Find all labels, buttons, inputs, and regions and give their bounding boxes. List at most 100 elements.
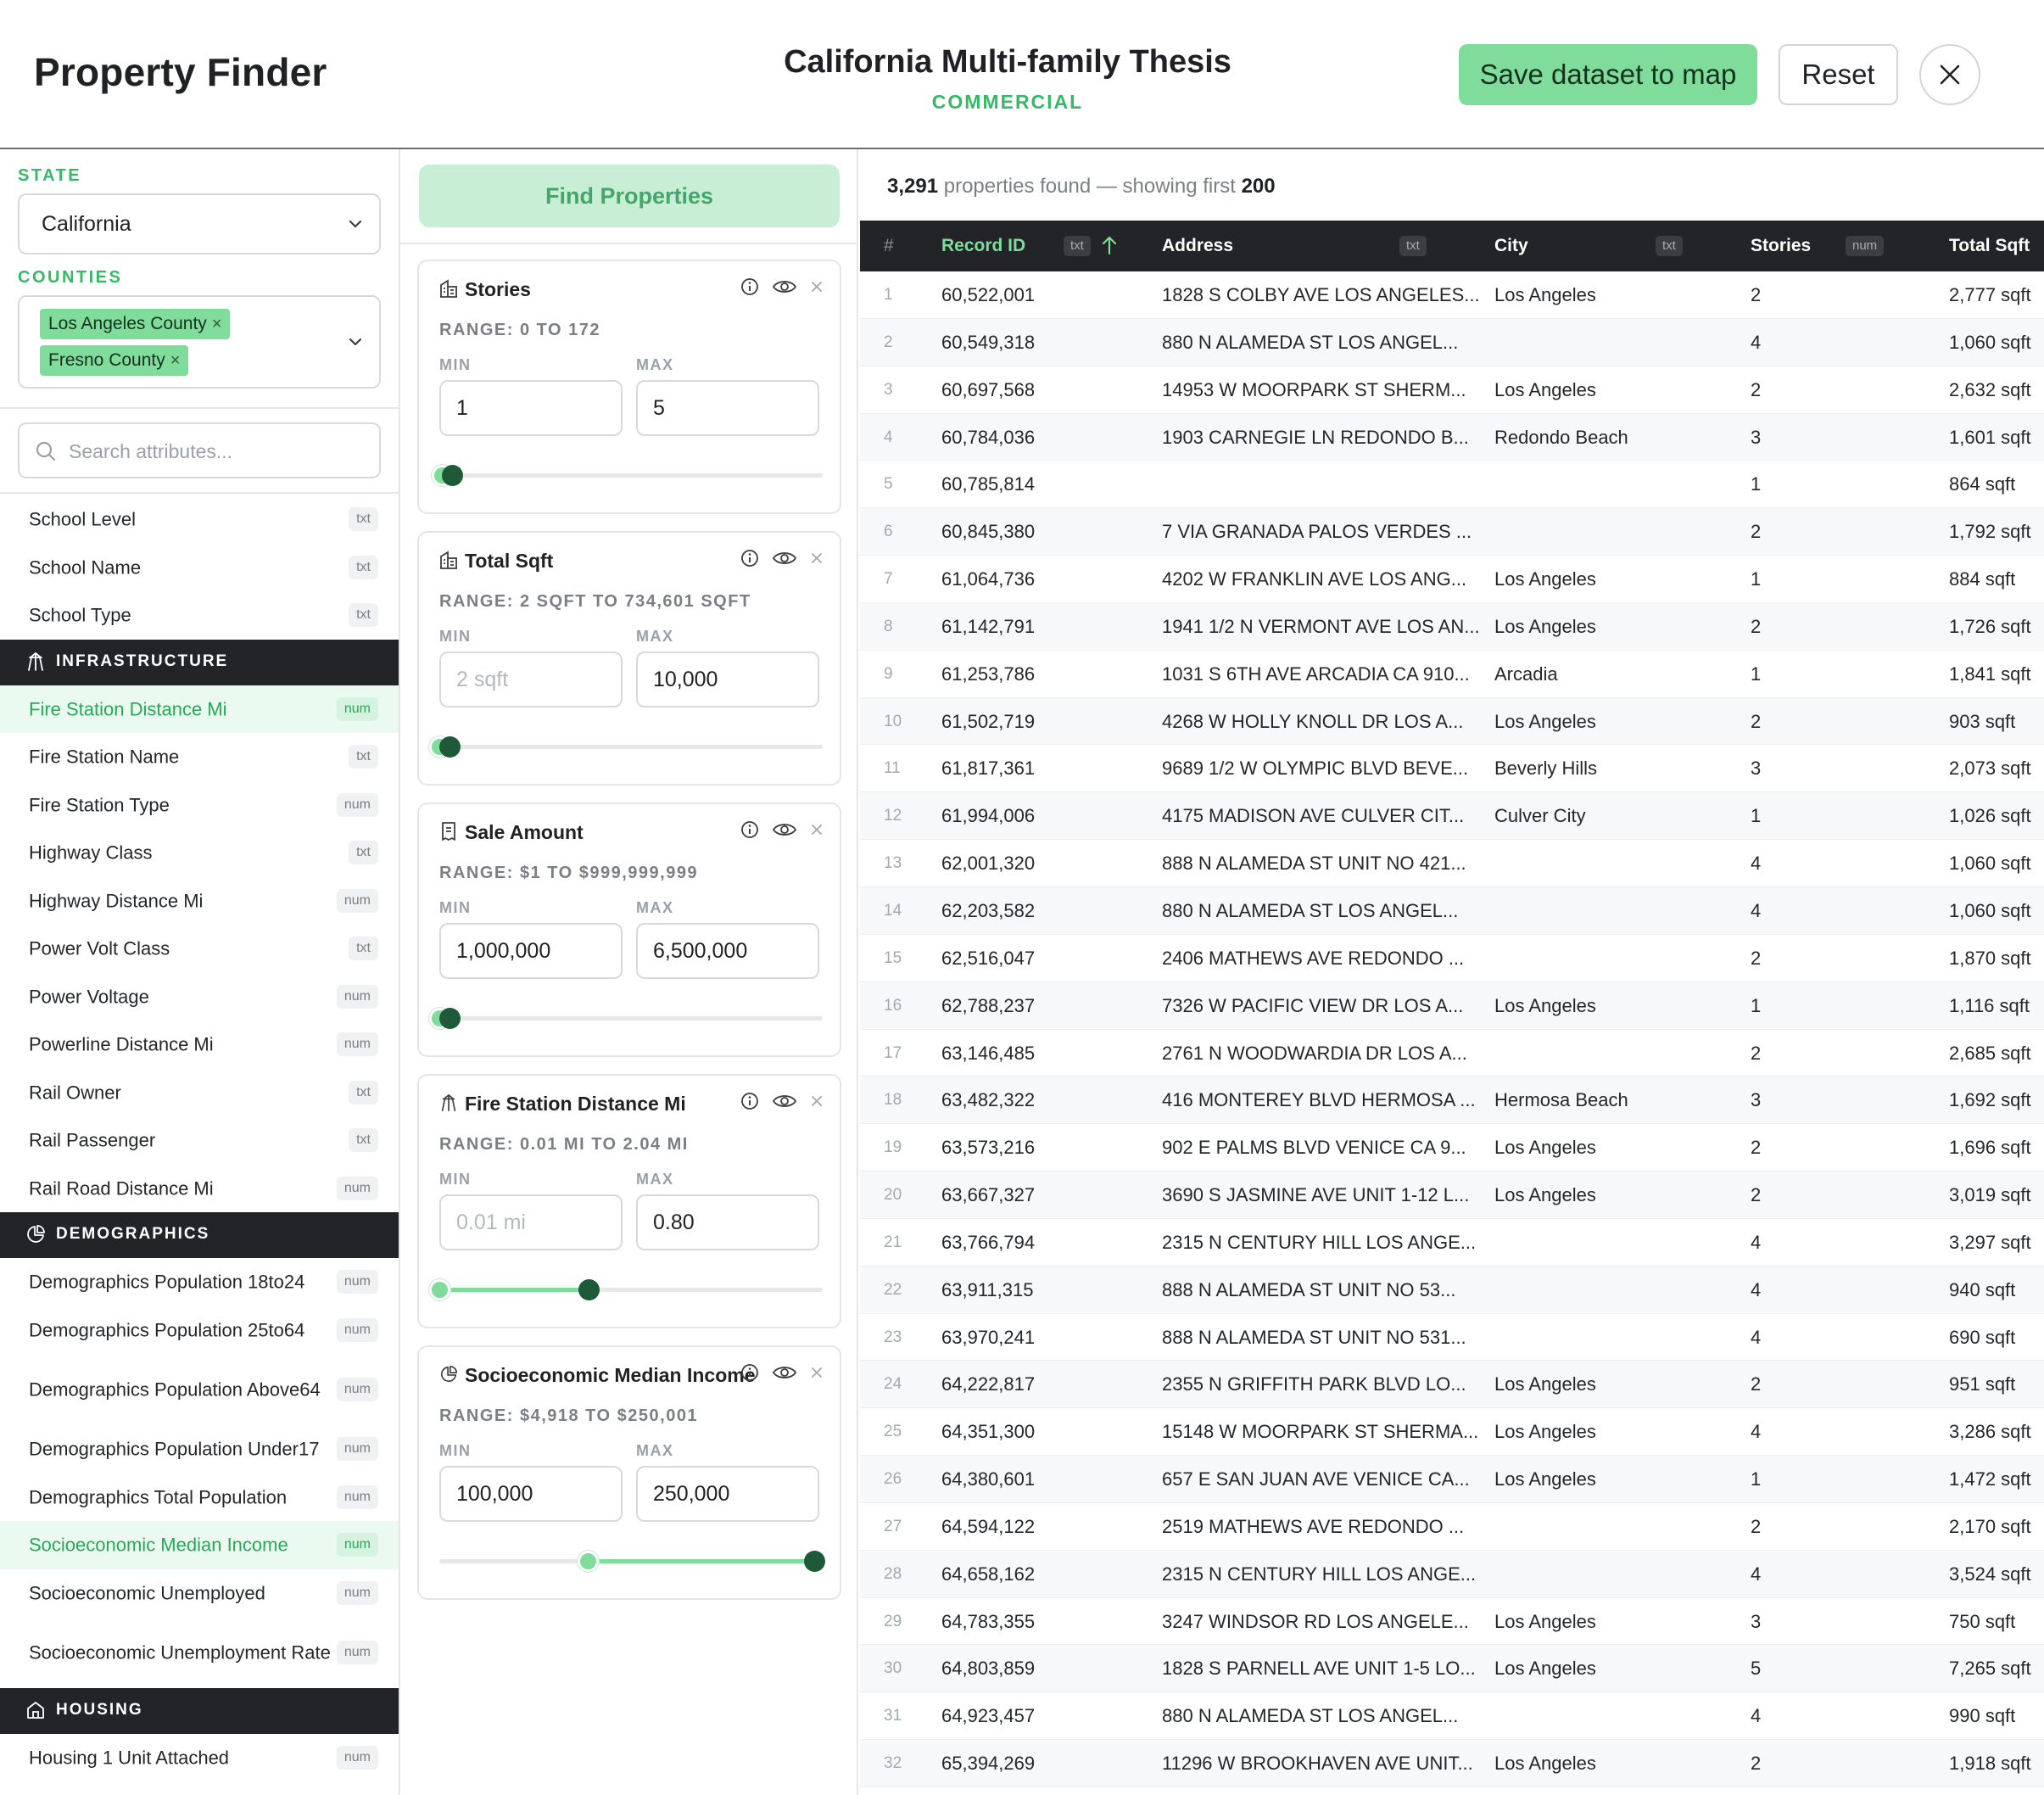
- attribute-item[interactable]: Socioeconomic Unemployed num: [0, 1569, 399, 1618]
- table-row[interactable]: 32 65,394,269 11296 W BROOKHAVEN AVE UNIT.…: [860, 1740, 2044, 1787]
- min-input[interactable]: [439, 1466, 623, 1522]
- slider-thumb-min[interactable]: [429, 1279, 450, 1300]
- table-row[interactable]: 23 63,970,241 888 N ALAMEDA ST UNIT NO 531…: [860, 1314, 2044, 1362]
- eye-icon[interactable]: [772, 548, 797, 568]
- remove-chip-icon[interactable]: ×: [170, 345, 181, 376]
- eye-icon[interactable]: [772, 819, 797, 840]
- remove-filter-icon[interactable]: [809, 551, 824, 566]
- min-input[interactable]: [439, 651, 623, 707]
- range-slider[interactable]: [429, 735, 823, 758]
- table-row[interactable]: 25 64,351,300 15148 W MOORPARK ST SHERMA..…: [860, 1408, 2044, 1457]
- table-row[interactable]: 8 61,142,791 1941 1/2 N VERMONT AVE LOS AN…: [860, 602, 2044, 651]
- attribute-search[interactable]: [18, 422, 381, 478]
- column-header-address[interactable]: Address: [1162, 221, 1233, 271]
- slider-thumb-max[interactable]: [441, 465, 463, 486]
- table-row[interactable]: 3 60,697,568 14953 W MOORPARK ST SHERM... L…: [860, 366, 2044, 414]
- slider-thumb-min[interactable]: [578, 1551, 600, 1572]
- range-slider[interactable]: [429, 1278, 823, 1301]
- attribute-item[interactable]: Power Volt Class txt: [0, 925, 399, 973]
- slider-thumb-max[interactable]: [439, 736, 461, 758]
- table-row[interactable]: 31 64,923,457 880 N ALAMEDA ST LOS ANGEL..…: [860, 1692, 2044, 1741]
- county-chip[interactable]: Los Angeles County ×: [40, 309, 231, 339]
- info-icon[interactable]: [740, 277, 760, 297]
- info-icon[interactable]: [740, 1362, 760, 1383]
- min-input[interactable]: [439, 1194, 623, 1250]
- table-row[interactable]: 15 62,516,047 2406 MATHEWS AVE REDONDO ...…: [860, 935, 2044, 982]
- attribute-item[interactable]: School Level txt: [0, 495, 399, 544]
- table-row[interactable]: 24 64,222,817 2355 N GRIFFITH PARK BLVD LO…: [860, 1361, 2044, 1409]
- table-row[interactable]: 28 64,658,162 2315 N CENTURY HILL LOS ANGE…: [860, 1550, 2044, 1598]
- info-icon[interactable]: [740, 548, 760, 568]
- max-input[interactable]: [636, 1466, 819, 1522]
- slider-thumb-max[interactable]: [439, 1008, 461, 1029]
- sort-ascending-icon[interactable]: [1101, 234, 1118, 256]
- remove-chip-icon[interactable]: ×: [212, 309, 222, 339]
- category-header-infrastructure[interactable]: INFRASTRUCTURE: [0, 639, 399, 685]
- table-row[interactable]: 4 60,784,036 1903 CARNEGIE LN REDONDO B...…: [860, 413, 2044, 461]
- attribute-item[interactable]: School Name txt: [0, 544, 399, 592]
- attribute-item[interactable]: Power Voltage num: [0, 973, 399, 1021]
- category-header-housing[interactable]: HOUSING: [0, 1688, 399, 1734]
- attribute-item[interactable]: Fire Station Name txt: [0, 733, 399, 781]
- attribute-item[interactable]: Fire Station Type num: [0, 781, 399, 830]
- table-row[interactable]: 7 61,064,736 4202 W FRANKLIN AVE LOS ANG..…: [860, 556, 2044, 603]
- eye-icon[interactable]: [772, 1091, 797, 1111]
- max-input[interactable]: [636, 380, 819, 436]
- min-input[interactable]: [439, 923, 623, 979]
- table-row[interactable]: 16 62,788,237 7326 W PACIFIC VIEW DR LOS A…: [860, 981, 2044, 1030]
- attribute-item[interactable]: Rail Road Distance Mi num: [0, 1165, 399, 1213]
- attribute-item[interactable]: Demographics Population 25to64 num: [0, 1306, 399, 1355]
- state-select[interactable]: California: [18, 193, 381, 254]
- max-input[interactable]: [636, 1194, 819, 1250]
- slider-thumb-max[interactable]: [578, 1279, 600, 1300]
- info-icon[interactable]: [740, 819, 760, 840]
- table-row[interactable]: 10 61,502,719 4268 W HOLLY KNOLL DR LOS A.…: [860, 697, 2044, 746]
- column-header-total-sqft[interactable]: Total Sqft: [1949, 221, 2030, 271]
- attribute-item[interactable]: Fire Station Distance Mi num: [0, 685, 399, 733]
- column-header-record-id[interactable]: Record ID: [941, 221, 1025, 271]
- reset-button[interactable]: Reset: [1779, 44, 1898, 105]
- remove-filter-icon[interactable]: [809, 822, 824, 837]
- attribute-item[interactable]: Rail Owner txt: [0, 1069, 399, 1117]
- attribute-item[interactable]: Powerline Distance Mi num: [0, 1021, 399, 1069]
- min-input[interactable]: [439, 380, 623, 436]
- remove-filter-icon[interactable]: [809, 1093, 824, 1109]
- range-slider[interactable]: [431, 463, 823, 487]
- info-icon[interactable]: [740, 1091, 760, 1111]
- table-row[interactable]: 22 63,911,315 888 N ALAMEDA ST UNIT NO 53.…: [860, 1266, 2044, 1314]
- attribute-item[interactable]: Rail Passenger txt: [0, 1116, 399, 1165]
- attribute-item[interactable]: Socioeconomic Median Income num: [0, 1521, 399, 1569]
- table-row[interactable]: 11 61,817,361 9689 1/2 W OLYMPIC BLVD BEVE…: [860, 745, 2044, 793]
- eye-icon[interactable]: [772, 277, 797, 297]
- table-row[interactable]: 5 60,785,814 1 864 sqft: [860, 461, 2044, 509]
- search-input[interactable]: [67, 434, 372, 468]
- table-row[interactable]: 30 64,803,859 1828 S PARNELL AVE UNIT 1-5 …: [860, 1645, 2044, 1693]
- max-input[interactable]: [636, 923, 819, 979]
- range-slider[interactable]: [429, 1006, 823, 1030]
- table-row[interactable]: 17 63,146,485 2761 N WOODWARDIA DR LOS A..…: [860, 1030, 2044, 1077]
- attribute-item[interactable]: Demographics Population Above64 num: [0, 1354, 399, 1425]
- table-row[interactable]: 19 63,573,216 902 E PALMS BLVD VENICE CA 9…: [860, 1124, 2044, 1172]
- table-row[interactable]: 9 61,253,786 1031 S 6TH AVE ARCADIA CA 910…: [860, 651, 2044, 698]
- table-row[interactable]: 13 62,001,320 888 N ALAMEDA ST UNIT NO 421…: [860, 840, 2044, 887]
- column-header-stories[interactable]: Stories: [1751, 221, 1811, 271]
- eye-icon[interactable]: [772, 1362, 797, 1383]
- attribute-item[interactable]: Socioeconomic Unemployment Rate num: [0, 1617, 399, 1688]
- table-row[interactable]: 26 64,380,601 657 E SAN JUAN AVE VENICE CA…: [860, 1456, 2044, 1503]
- attribute-item[interactable]: Demographics Total Population num: [0, 1473, 399, 1522]
- table-row[interactable]: 27 64,594,122 2519 MATHEWS AVE REDONDO ...…: [860, 1503, 2044, 1551]
- range-slider[interactable]: [439, 1549, 825, 1573]
- column-header-city[interactable]: City: [1494, 221, 1528, 271]
- attribute-item[interactable]: Demographics Population Under17 num: [0, 1425, 399, 1473]
- category-header-demographics[interactable]: DEMOGRAPHICS: [0, 1212, 399, 1258]
- attribute-item[interactable]: Highway Distance Mi num: [0, 877, 399, 925]
- attribute-item[interactable]: Housing 1 Unit Attached num: [0, 1734, 399, 1782]
- save-dataset-button[interactable]: Save dataset to map: [1459, 44, 1757, 105]
- attribute-item[interactable]: Highway Class txt: [0, 829, 399, 877]
- max-input[interactable]: [636, 651, 819, 707]
- table-row[interactable]: 1 60,522,001 1828 S COLBY AVE LOS ANGELES.…: [860, 271, 2044, 319]
- counties-select[interactable]: Los Angeles County × Fresno County ×: [18, 295, 381, 389]
- table-row[interactable]: 2 60,549,318 880 N ALAMEDA ST LOS ANGEL...…: [860, 318, 2044, 366]
- slider-thumb-max[interactable]: [804, 1551, 825, 1572]
- table-row[interactable]: 12 61,994,006 4175 MADISON AVE CULVER CIT.…: [860, 792, 2044, 841]
